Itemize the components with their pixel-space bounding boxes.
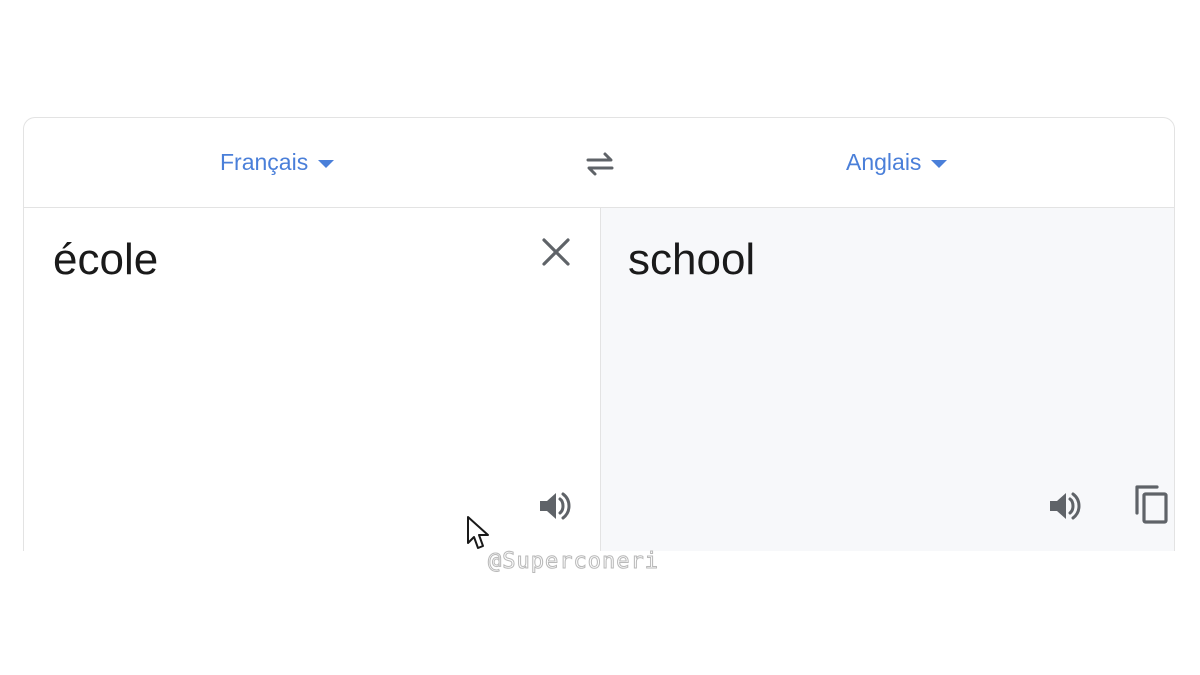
caret-down-icon: [318, 160, 335, 168]
listen-translation-button[interactable]: [1045, 486, 1085, 526]
source-text-pane[interactable]: école: [24, 208, 601, 551]
caret-down-icon: [931, 160, 948, 168]
language-bar: Français Anglais: [24, 118, 1174, 208]
speaker-icon: [1050, 492, 1081, 520]
speaker-icon: [540, 492, 571, 520]
translator-card: Français Anglais école school: [23, 117, 1175, 551]
translated-text: school: [628, 235, 756, 284]
mouse-pointer-icon: [467, 516, 489, 549]
source-language-label: Français: [220, 149, 309, 175]
source-text[interactable]: école: [53, 236, 158, 284]
target-language-select[interactable]: Anglais: [846, 149, 948, 176]
swap-arrows-icon: [586, 152, 614, 176]
source-language-select[interactable]: Français: [220, 149, 335, 176]
clear-source-button[interactable]: [536, 232, 576, 272]
listen-source-button[interactable]: [535, 486, 575, 526]
close-icon: [542, 238, 570, 266]
translator-screen: Français Anglais école school @Supercone…: [0, 0, 1200, 675]
target-language-label: Anglais: [846, 149, 922, 175]
swap-languages-button[interactable]: [580, 146, 620, 182]
copy-translation-button[interactable]: [1131, 484, 1171, 524]
watermark-text: @Superconeri: [488, 549, 659, 575]
copy-icon: [1135, 485, 1168, 524]
target-text-pane: school: [601, 208, 1174, 551]
